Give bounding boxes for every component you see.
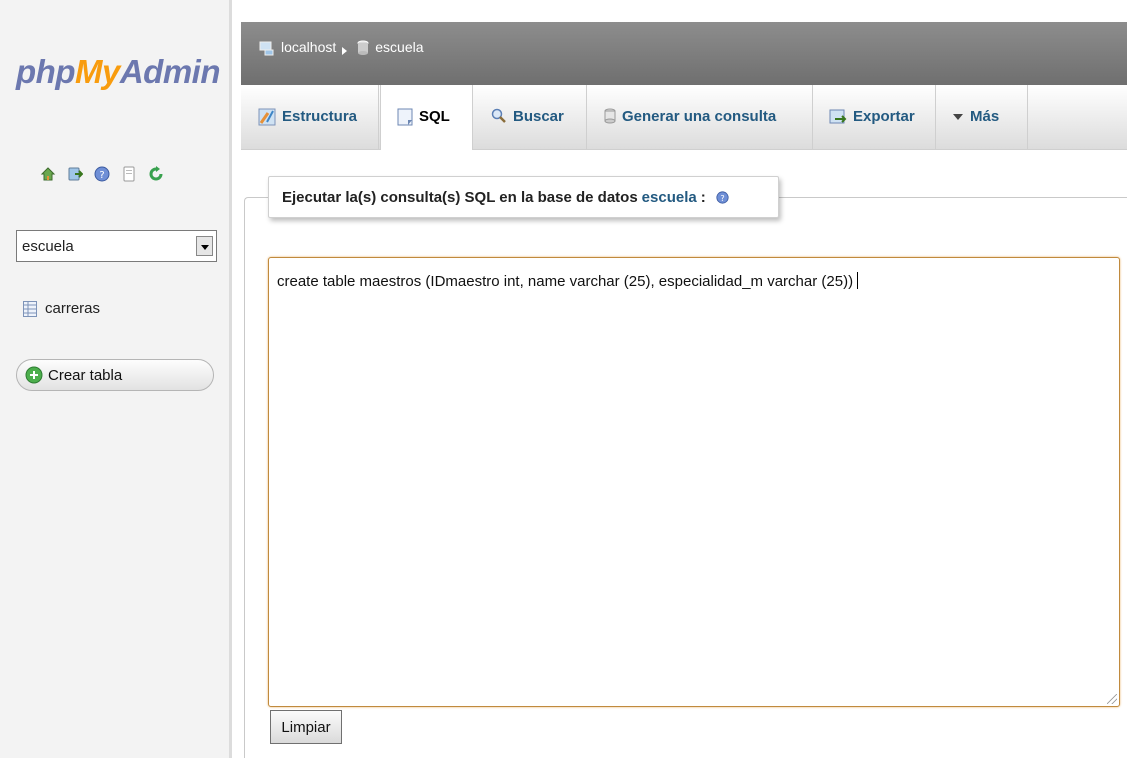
query-icon xyxy=(604,108,616,124)
sql-query-text: create table maestros (IDmaestro int, na… xyxy=(277,272,859,290)
tab-label: Generar una consulta xyxy=(622,108,777,125)
help-icon[interactable]: ? xyxy=(716,190,729,204)
help-icon[interactable]: ? xyxy=(94,166,110,182)
svg-text:?: ? xyxy=(720,192,724,202)
sql-icon xyxy=(397,108,413,126)
structure-icon xyxy=(258,108,276,126)
tab-sql[interactable]: SQL xyxy=(380,85,473,150)
tab-bar: Estructura SQL Buscar Generar una consul… xyxy=(241,85,1127,150)
sql-query-textarea[interactable]: create table maestros (IDmaestro int, na… xyxy=(268,257,1120,707)
home-icon[interactable] xyxy=(40,166,56,182)
resize-grip-icon[interactable] xyxy=(1107,694,1117,704)
phpmyadmin-logo[interactable]: phpMyAdmin xyxy=(16,52,221,92)
more-arrow-icon xyxy=(953,114,963,120)
database-select[interactable]: escuela xyxy=(16,230,217,262)
export-icon xyxy=(829,109,847,124)
create-table-button[interactable]: Crear tabla xyxy=(16,359,214,391)
sql-legend: Ejecutar la(s) consulta(s) SQL en la bas… xyxy=(268,176,779,218)
sidebar-table-carreras[interactable]: carreras xyxy=(23,300,100,317)
tab-exportar[interactable]: Exportar xyxy=(813,85,936,150)
plus-circle-icon xyxy=(25,366,43,384)
table-icon xyxy=(23,300,37,317)
exit-icon[interactable] xyxy=(67,166,84,182)
clear-button[interactable]: Limpiar xyxy=(270,710,342,744)
create-table-label: Crear tabla xyxy=(48,366,123,384)
tab-label: Exportar xyxy=(853,108,915,125)
database-select-value: escuela xyxy=(22,238,74,255)
tab-estructura[interactable]: Estructura xyxy=(241,85,379,150)
tab-label: Más xyxy=(970,108,1000,125)
search-icon xyxy=(491,108,506,123)
database-icon xyxy=(357,40,369,55)
tab-label: Buscar xyxy=(513,108,564,125)
chevron-down-icon[interactable] xyxy=(196,236,213,256)
tab-label: Estructura xyxy=(282,108,358,125)
navigation-panel: phpMyAdmin ? escuela carreras Crear tabl… xyxy=(0,0,232,758)
svg-text:?: ? xyxy=(99,170,104,181)
tab-mas[interactable]: Más xyxy=(936,85,1028,150)
breadcrumb-separator-icon xyxy=(342,47,348,55)
legend-colon: : xyxy=(700,188,706,206)
legend-text: Ejecutar la(s) consulta(s) SQL en la bas… xyxy=(282,188,638,206)
breadcrumb-database[interactable]: escuela xyxy=(375,39,423,55)
legend-database-link[interactable]: escuela xyxy=(642,189,697,206)
sidebar-table-label: carreras xyxy=(45,300,101,317)
reload-icon[interactable] xyxy=(148,166,164,182)
tab-label: SQL xyxy=(419,108,450,125)
nav-icon-row: ? xyxy=(40,165,164,183)
text-caret xyxy=(857,272,859,289)
docs-icon[interactable] xyxy=(121,166,137,182)
panel-resize-handle[interactable] xyxy=(229,0,232,758)
breadcrumb-server[interactable]: localhost xyxy=(281,39,336,55)
breadcrumb: localhost escuela xyxy=(241,22,1127,85)
server-icon xyxy=(259,41,274,56)
tab-generar-consulta[interactable]: Generar una consulta xyxy=(587,85,813,150)
tab-buscar[interactable]: Buscar xyxy=(473,85,587,150)
